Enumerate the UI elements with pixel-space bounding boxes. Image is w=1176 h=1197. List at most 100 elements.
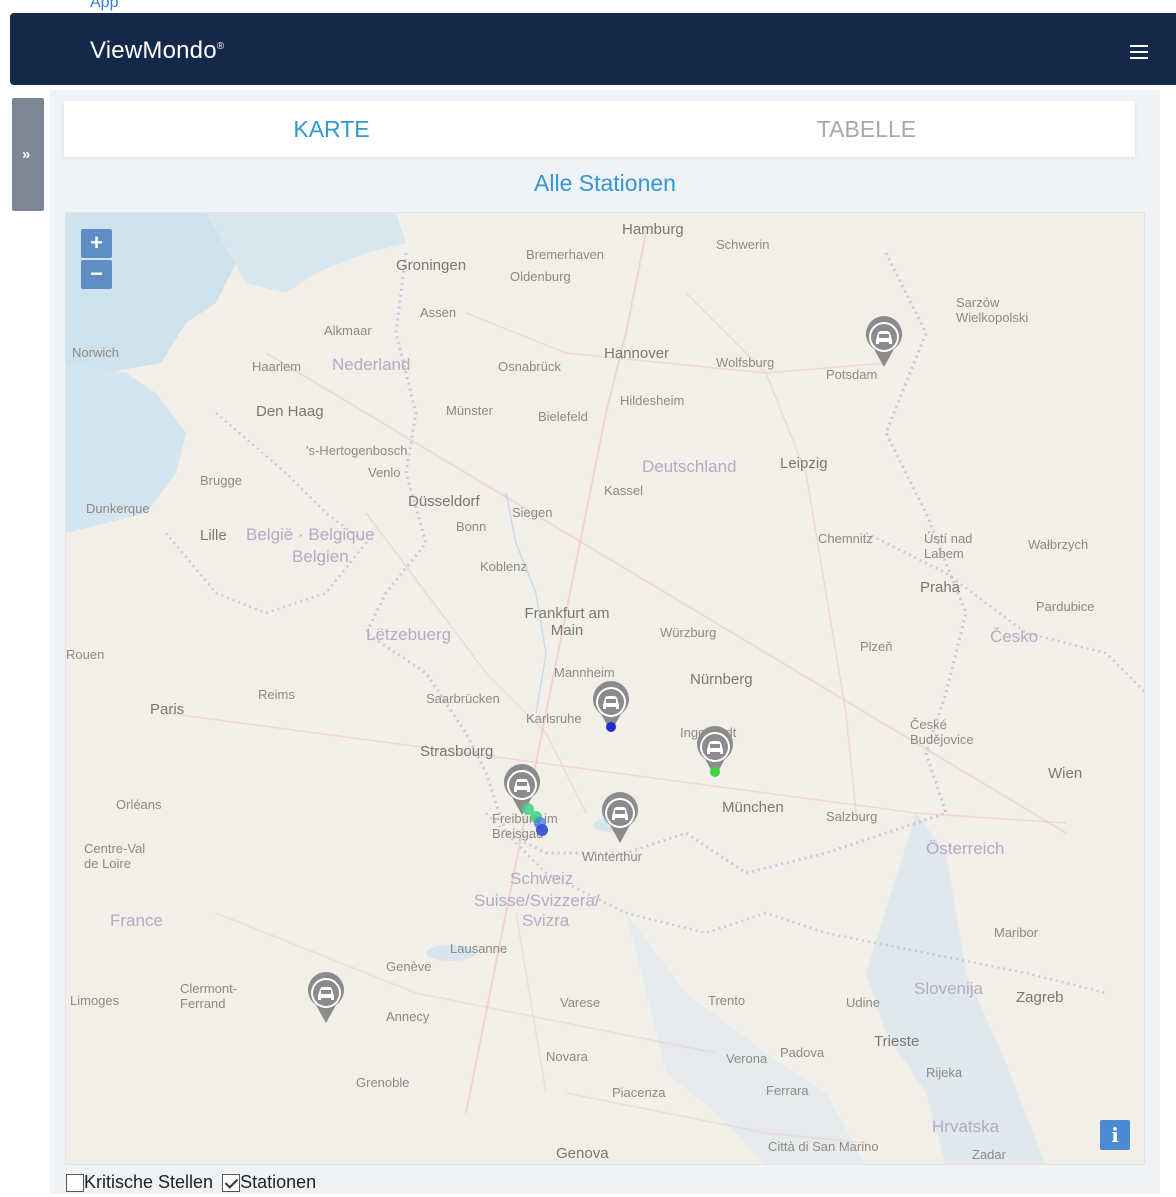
place-label: Paris bbox=[150, 701, 185, 718]
place-label: Koblenz bbox=[480, 559, 527, 574]
place-label: Suisse/Svizzera/ bbox=[474, 891, 600, 910]
stationen-toggle[interactable]: Stationen bbox=[222, 1172, 316, 1193]
place-label: Grenoble bbox=[356, 1075, 410, 1090]
place-label: Novara bbox=[546, 1049, 588, 1064]
place-label: Rijeka bbox=[926, 1065, 963, 1080]
place-label: Lausanne bbox=[450, 941, 508, 956]
place-label: Groningen bbox=[396, 257, 467, 274]
place-label: Clermont-Ferrand bbox=[180, 981, 238, 1011]
place-label: České Budějovice bbox=[910, 717, 974, 747]
app-link[interactable]: App bbox=[90, 0, 118, 12]
layer-legend: Kritische Stellen Stationen bbox=[66, 1172, 316, 1197]
place-label: 's-Hertogenbosch bbox=[306, 443, 408, 458]
tab-tabelle[interactable]: TABELLE bbox=[599, 101, 1134, 157]
place-label: Slovenija bbox=[914, 979, 983, 998]
place-label: Plzeň bbox=[860, 639, 893, 654]
stationen-label: Stationen bbox=[240, 1172, 317, 1192]
place-label: Centre-Val de Loire bbox=[84, 841, 146, 871]
place-label: Belgien bbox=[292, 547, 349, 566]
place-label: Udine bbox=[846, 995, 880, 1010]
place-label: Karlsruhe bbox=[526, 711, 582, 726]
kritische-stellen-checkbox[interactable] bbox=[66, 1173, 84, 1192]
place-label: Schwerin bbox=[716, 237, 770, 252]
place-label: Haarlem bbox=[252, 359, 302, 374]
car-icon bbox=[866, 316, 902, 367]
place-label: Lëtzebuerg bbox=[366, 625, 452, 644]
tab-karte[interactable]: KARTE bbox=[64, 101, 599, 157]
place-label: Verona bbox=[726, 1051, 768, 1066]
place-label: Wien bbox=[1048, 765, 1083, 782]
place-label: Wałbrzych bbox=[1028, 537, 1089, 552]
place-label: France bbox=[110, 911, 163, 930]
place-label: Wolfsburg bbox=[716, 355, 775, 370]
place-label: Hildesheim bbox=[620, 393, 685, 408]
marker-ingolstadt[interactable] bbox=[693, 725, 737, 779]
double-chevron-right-icon: » bbox=[22, 146, 31, 163]
car-icon bbox=[602, 792, 638, 843]
place-label: Reims bbox=[258, 687, 295, 702]
cluster-dots-graphic bbox=[522, 803, 548, 836]
place-label: Ústí nad Labem bbox=[924, 531, 973, 561]
place-label: Assen bbox=[420, 305, 457, 320]
kritische-stellen-toggle[interactable]: Kritische Stellen bbox=[66, 1172, 213, 1193]
place-label: Bielefeld bbox=[538, 409, 588, 424]
place-label: Siegen bbox=[512, 505, 553, 520]
place-label: Bremerhaven bbox=[526, 247, 605, 262]
marker-berlin[interactable] bbox=[862, 315, 906, 369]
place-label: Den Haag bbox=[256, 403, 324, 420]
place-label: Praha bbox=[920, 579, 961, 596]
map-view[interactable]: + − Hamburg Bremerhaven Schwerin Groning… bbox=[65, 212, 1145, 1165]
place-label: Genève bbox=[386, 959, 432, 974]
place-label: Genova bbox=[556, 1145, 609, 1162]
place-label: Hamburg bbox=[622, 221, 684, 238]
zoom-control: + − bbox=[81, 229, 112, 291]
car-icon bbox=[593, 681, 629, 732]
brand-logo[interactable]: ViewMondo® bbox=[90, 37, 224, 65]
marker-lyon[interactable] bbox=[304, 971, 348, 1025]
place-label: Düsseldorf bbox=[408, 493, 480, 510]
place-label: München bbox=[722, 799, 784, 816]
place-label: Piacenza bbox=[612, 1085, 666, 1100]
marker-konstanz[interactable] bbox=[598, 791, 642, 845]
place-label: Trieste bbox=[874, 1033, 920, 1050]
place-label: Nürnberg bbox=[690, 671, 753, 688]
kritische-stellen-label: Kritische Stellen bbox=[84, 1172, 214, 1192]
top-navbar: ViewMondo® bbox=[10, 13, 1176, 85]
place-label: Potsdam bbox=[826, 367, 878, 382]
place-label: Dunkerque bbox=[86, 501, 150, 516]
zoom-out-button[interactable]: − bbox=[81, 260, 112, 289]
place-label: Svizra bbox=[522, 911, 570, 930]
map-title: Alle Stationen bbox=[534, 170, 676, 196]
place-label: Hrvatska bbox=[932, 1117, 1000, 1136]
place-label: Ferrara bbox=[766, 1083, 809, 1098]
view-tabs: KARTE TABELLE bbox=[64, 101, 1135, 157]
place-label: Kassel bbox=[604, 483, 644, 498]
station-cluster-dots[interactable] bbox=[518, 803, 558, 839]
place-label: Nederland bbox=[332, 355, 411, 374]
place-label: Zagreb bbox=[1016, 989, 1064, 1006]
place-label: Varese bbox=[560, 995, 601, 1010]
place-label: Limoges bbox=[70, 993, 120, 1008]
place-label: Salzburg bbox=[826, 809, 878, 824]
place-label: Pardubice bbox=[1036, 599, 1095, 614]
place-label: Padova bbox=[780, 1045, 825, 1060]
hamburger-icon[interactable] bbox=[1130, 45, 1148, 59]
place-label: Österreich bbox=[926, 839, 1005, 858]
place-label: Winterthur bbox=[582, 849, 642, 864]
place-label: Rouen bbox=[66, 647, 105, 662]
info-button[interactable]: i bbox=[1100, 1120, 1130, 1150]
marker-karlsruhe[interactable] bbox=[589, 680, 633, 734]
place-label: Leipzig bbox=[780, 455, 828, 472]
stationen-checkbox[interactable] bbox=[222, 1173, 241, 1192]
place-label: Oldenburg bbox=[510, 269, 571, 284]
place-label: Norwich bbox=[72, 345, 119, 360]
zoom-in-button[interactable]: + bbox=[81, 229, 112, 258]
place-label: Alkmaar bbox=[324, 323, 372, 338]
place-label: Česko bbox=[990, 627, 1039, 646]
place-label: Sarzów Wielkopolski bbox=[956, 295, 1029, 325]
place-label: Würzburg bbox=[660, 625, 717, 640]
place-label: Brugge bbox=[200, 473, 242, 488]
place-label: Trento bbox=[708, 993, 746, 1008]
place-label: Maribor bbox=[994, 925, 1039, 940]
place-label: Orléans bbox=[116, 797, 162, 812]
